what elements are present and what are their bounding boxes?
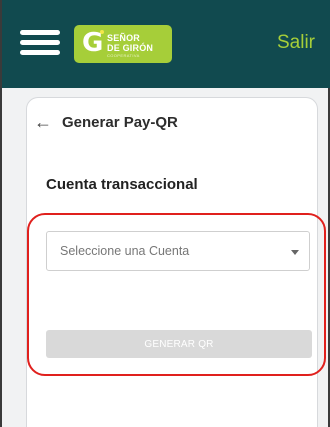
account-select[interactable]: Seleccione una Cuenta	[46, 231, 310, 271]
app-frame: G SEÑOR DE GIRÓN COOPERATIVA Salir ← Gen…	[0, 0, 330, 427]
logo-dot	[100, 30, 104, 34]
generate-qr-button[interactable]: GENERAR QR	[46, 330, 312, 358]
page-header: ← Generar Pay-QR	[34, 112, 178, 132]
caret-down-icon	[291, 250, 299, 255]
section-title: Cuenta transaccional	[46, 176, 198, 193]
brand-line-3: COOPERATIVA	[107, 53, 140, 58]
account-select-placeholder: Seleccione una Cuenta	[60, 244, 190, 258]
hamburger-icon[interactable]	[20, 30, 60, 55]
brand-line-1: SEÑOR	[107, 33, 141, 43]
top-app-bar: G SEÑOR DE GIRÓN COOPERATIVA Salir	[2, 0, 330, 88]
brand-logo: G SEÑOR DE GIRÓN COOPERATIVA	[74, 25, 172, 63]
arrow-left-icon[interactable]: ←	[34, 112, 52, 133]
page-title: Generar Pay-QR	[62, 113, 178, 131]
logo-mark-icon: G	[82, 28, 104, 58]
brand-line-2: DE GIRÓN	[107, 43, 154, 53]
logout-button[interactable]: Salir	[277, 32, 315, 54]
